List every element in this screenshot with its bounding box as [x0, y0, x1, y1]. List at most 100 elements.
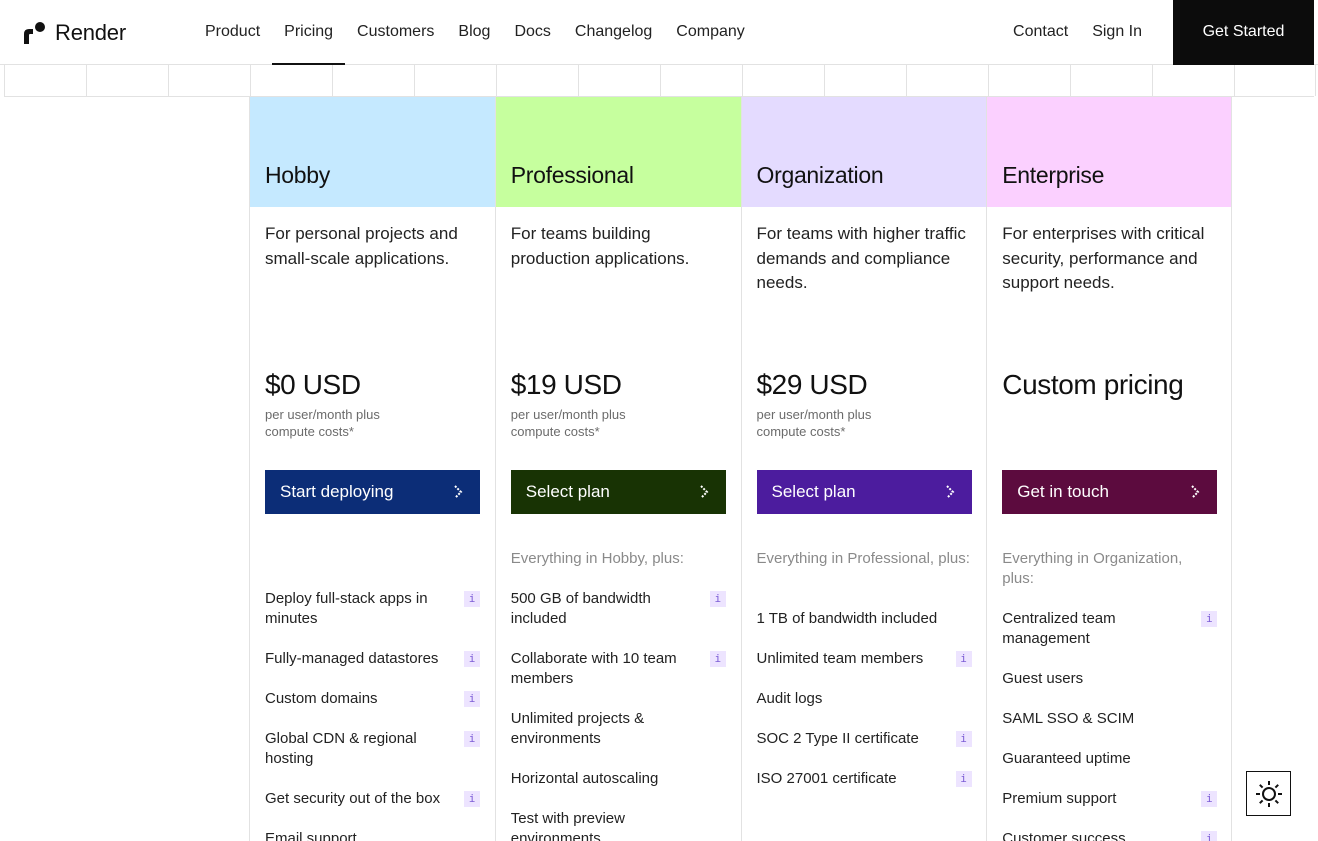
sun-icon [1255, 780, 1282, 807]
feature-list: Centralized team management i Guest users… [1002, 609, 1218, 841]
grid-cell [1152, 65, 1234, 96]
plan-name: Enterprise [1002, 162, 1105, 188]
plan-price: $19 USD [510, 369, 622, 400]
feature-item: Get security out of the box i [265, 789, 480, 809]
feature-list: 500 GB of bandwidth included i Collaborat… [511, 589, 726, 841]
nav-item-changelog[interactable]: Changelog [563, 0, 664, 65]
nav-item-product[interactable]: Product [205, 0, 272, 65]
nav-item-docs[interactable]: Docs [502, 0, 562, 65]
info-icon[interactable]: i [1201, 611, 1218, 627]
info-icon[interactable]: i [1201, 831, 1218, 841]
info-icon[interactable]: i [464, 651, 480, 667]
feature-item: Global CDN & regional hosting i [265, 729, 480, 769]
feature-item: Premium support i [1002, 789, 1218, 809]
info-icon[interactable]: i [955, 731, 972, 747]
theme-toggle-button[interactable] [1246, 771, 1291, 816]
plan-price-note: per user/month plus compute costs* [510, 407, 626, 439]
plan-name: Professional [510, 162, 634, 188]
grid-cell [1070, 65, 1152, 96]
start-deploying-button[interactable]: Start deploying [265, 470, 480, 514]
nav-item-blog[interactable]: Blog [446, 0, 502, 65]
plan-hobby: Hobby For personal projects and small-sc… [249, 97, 495, 841]
get-started-button[interactable]: Get Started [1173, 0, 1314, 65]
info-icon[interactable]: i [464, 591, 480, 607]
decorative-grid-row [4, 65, 1316, 97]
feature-item: Custom domains i [265, 689, 480, 709]
grid-cell [414, 65, 496, 96]
plan-enterprise: Enterprise For enterprises with critical… [986, 97, 1232, 841]
grid-cell [578, 65, 660, 96]
grid-cell [250, 65, 332, 96]
plan-price: $29 USD [756, 369, 868, 400]
get-in-touch-button[interactable]: Get in touch [1002, 470, 1218, 514]
button-label: Start deploying [280, 482, 394, 501]
feature-item: Customer success i [1002, 829, 1218, 841]
plan-intro: Everything in Professional, plus: [756, 550, 970, 567]
grid-cell [742, 65, 824, 96]
info-icon[interactable]: i [464, 691, 480, 707]
chevron-right-icon [454, 485, 463, 499]
sign-in-link[interactable]: Sign In [1092, 0, 1142, 65]
info-icon[interactable]: i [464, 791, 480, 807]
feature-item: 500 GB of bandwidth included i [511, 589, 726, 629]
feature-list: Deploy full-stack apps in minutes i Fully… [265, 589, 480, 841]
plan-professional: Professional For teams building producti… [494, 97, 741, 841]
grid-cell [660, 65, 742, 96]
grid-cell [1234, 65, 1316, 96]
render-logo-icon [24, 22, 45, 44]
button-label: Get in touch [1017, 482, 1109, 501]
button-label: Select plan [771, 482, 856, 501]
feature-item: SAML SSO & SCIM [1002, 710, 1135, 727]
nav-item-company[interactable]: Company [664, 0, 756, 65]
plan-intro: Everything in Hobby, plus: [510, 550, 684, 567]
button-label: Select plan [525, 482, 610, 501]
chevron-right-icon [1191, 485, 1200, 499]
info-icon[interactable]: i [955, 771, 972, 787]
info-icon[interactable]: i [464, 731, 480, 747]
plan-name: Organization [756, 162, 884, 188]
contact-link[interactable]: Contact [1013, 0, 1068, 65]
grid-cell [988, 65, 1070, 96]
feature-item: 1 TB of bandwidth included [756, 610, 938, 627]
grid-cell [824, 65, 906, 96]
chevron-right-icon [700, 485, 709, 499]
plan-header: Hobby [250, 97, 495, 207]
feature-item: Deploy full-stack apps in minutes i [265, 589, 480, 629]
nav-right: Contact Sign In [1013, 0, 1142, 65]
select-plan-button[interactable]: Select plan [510, 470, 726, 514]
grid-cell [332, 65, 414, 96]
plan-description: For enterprises with critical security, … [1002, 224, 1205, 292]
pricing-plans: Hobby For personal projects and small-sc… [249, 97, 1232, 841]
grid-cell [168, 65, 250, 96]
feature-item: Email support [265, 830, 357, 841]
feature-item: Guest users [1002, 670, 1084, 687]
grid-cell [86, 65, 168, 96]
plan-price-note: per user/month plus compute costs* [265, 407, 380, 439]
info-icon[interactable]: i [1201, 791, 1218, 807]
main-nav: Product Pricing Customers Blog Docs Chan… [205, 0, 757, 65]
plan-price: $0 USD [265, 369, 361, 400]
plan-description: For teams with higher traffic demands an… [756, 224, 966, 292]
plan-description: For teams building production applicatio… [510, 224, 690, 268]
feature-item: Collaborate with 10 team members i [511, 649, 726, 689]
feature-item: Fully-managed datastores i [265, 649, 480, 669]
info-icon[interactable]: i [955, 651, 972, 667]
nav-item-pricing[interactable]: Pricing [272, 0, 346, 65]
feature-item: SOC 2 Type II certificate i [757, 729, 972, 749]
info-icon[interactable]: i [709, 591, 726, 607]
plan-header: Organization [741, 97, 987, 207]
select-plan-button[interactable]: Select plan [756, 470, 972, 514]
feature-list: 1 TB of bandwidth included Unlimited tea… [757, 609, 972, 809]
grid-cell [496, 65, 578, 96]
site-header: Render Product Pricing Customers Blog Do… [0, 0, 1318, 65]
plan-price: Custom pricing [1002, 369, 1184, 400]
feature-item: ISO 27001 certificate i [757, 769, 972, 789]
plan-intro: Everything in Organization, plus: [1002, 550, 1183, 587]
grid-cell [906, 65, 988, 96]
plan-price-note: per user/month plus compute costs* [756, 407, 872, 439]
render-logo[interactable]: Render [24, 20, 126, 46]
info-icon[interactable]: i [709, 651, 726, 667]
nav-item-customers[interactable]: Customers [345, 0, 446, 65]
plan-name: Hobby [265, 162, 330, 188]
brand-name: Render [55, 20, 126, 45]
